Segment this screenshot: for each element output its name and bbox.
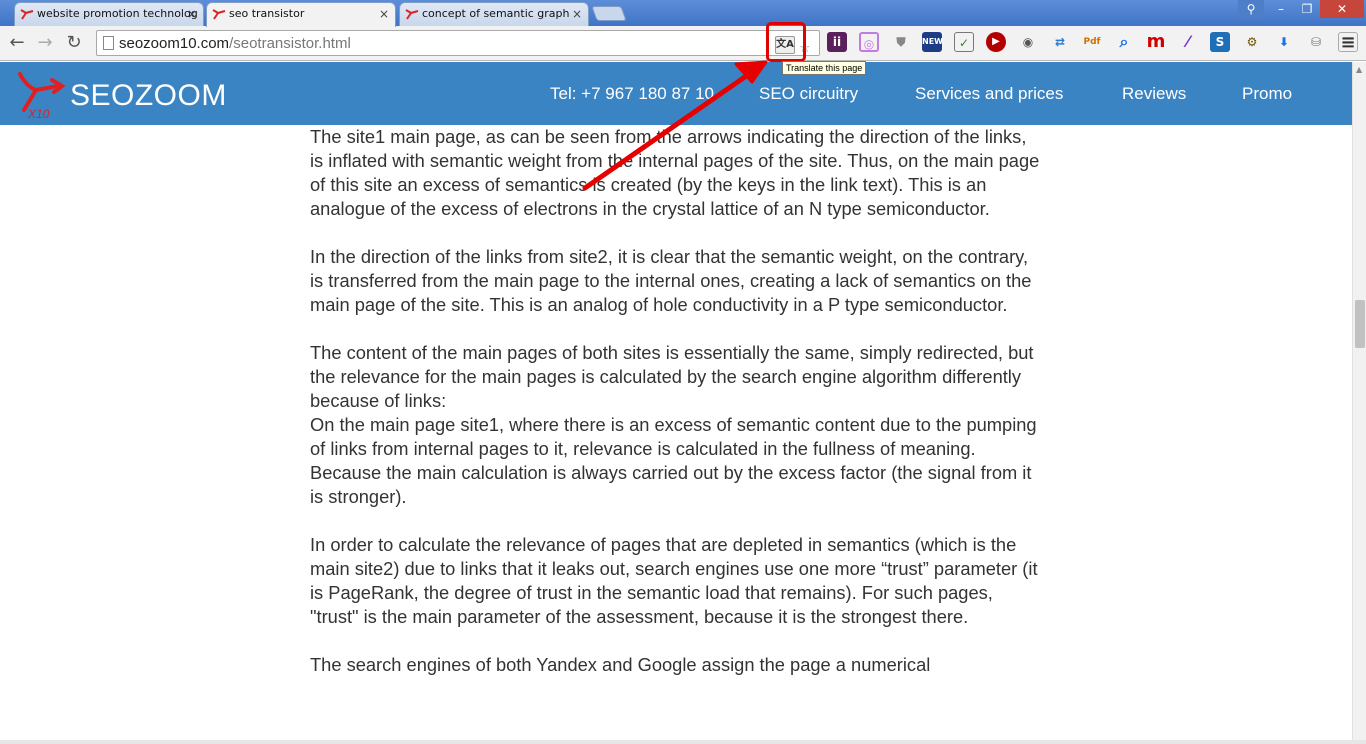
tab-title: concept of semantic graph: [422, 7, 570, 20]
minimize-button[interactable]: –: [1268, 0, 1294, 18]
seozoom-favicon-icon: [20, 9, 34, 20]
browser-toolbar: ← → ↻ seozoom10.com/seotransistor.html 文…: [0, 26, 1366, 61]
scroll-up-icon[interactable]: ▲: [1356, 65, 1362, 74]
nav-phone[interactable]: Tel: +7 967 180 87 10: [550, 84, 714, 104]
translate-highlight-box: [766, 22, 806, 62]
article-paragraph: In the direction of the links from site2…: [310, 246, 1032, 315]
back-button[interactable]: ←: [6, 32, 28, 54]
translate-tooltip: Translate this page: [782, 61, 867, 75]
search-icon[interactable]: ⌕: [1114, 32, 1134, 52]
article-paragraph: In order to calculate the relevance of p…: [310, 534, 1038, 627]
user-icon[interactable]: ⚲: [1238, 0, 1264, 18]
seozoom-favicon-icon: [212, 9, 226, 20]
extension-purple-icon[interactable]: ii: [827, 32, 847, 52]
tab-website-promotion[interactable]: website promotion technolog ×: [14, 2, 204, 26]
new-badge-icon[interactable]: NEW: [922, 32, 943, 52]
logo-badge: X10: [27, 107, 50, 120]
url-path: /seotransistor.html: [229, 35, 351, 52]
restore-button[interactable]: ❐: [1294, 0, 1320, 18]
article-paragraph: The content of the main pages of both si…: [310, 342, 1034, 411]
tab-title: website promotion technolog: [37, 7, 198, 20]
tab-close-icon[interactable]: ×: [379, 3, 389, 25]
tab-close-icon[interactable]: ×: [572, 3, 582, 25]
tab-close-icon[interactable]: ×: [187, 3, 197, 25]
page-scrollbar[interactable]: ▲: [1352, 62, 1366, 744]
seozoom-logo-icon[interactable]: X10: [14, 68, 68, 120]
seo-tool-icon[interactable]: ⚙: [1242, 32, 1262, 52]
tab-semantic-graph[interactable]: concept of semantic graph ×: [399, 2, 589, 26]
nav-services-prices[interactable]: Services and prices: [915, 84, 1063, 104]
article-paragraph: The search engines of both Yandex and Go…: [310, 654, 931, 675]
reload-button[interactable]: ↻: [63, 32, 85, 54]
tab-strip: website promotion technolog × seo transi…: [0, 0, 1366, 27]
site-header: X10 SEOZOOM Tel: +7 967 180 87 10 SEO ci…: [0, 62, 1352, 125]
nav-seo-circuitry[interactable]: SEO circuitry: [759, 84, 858, 104]
article-paragraph: On the main page site1, where there is a…: [310, 414, 1037, 507]
url-text[interactable]: seozoom10.com/seotransistor.html: [119, 35, 351, 52]
s-icon[interactable]: S: [1210, 32, 1230, 52]
monitor-check-icon[interactable]: ✓: [954, 32, 974, 52]
tab-title: seo transistor: [229, 7, 305, 20]
shield-icon[interactable]: ⛊: [891, 32, 911, 52]
tab-seo-transistor[interactable]: seo transistor ×: [206, 2, 396, 27]
seozoom-favicon-icon: [405, 9, 419, 20]
feather-icon[interactable]: ⁄: [1178, 32, 1198, 52]
m-icon[interactable]: m: [1146, 32, 1166, 52]
forward-button[interactable]: →: [34, 32, 56, 54]
url-host: seozoom10.com: [119, 35, 230, 52]
site-logo-text[interactable]: SEOZOOM: [70, 79, 227, 113]
new-tab-button[interactable]: [591, 6, 627, 21]
article-paragraph: The site1 main page, as can be seen from…: [310, 126, 1040, 219]
share-icon[interactable]: ⇄: [1050, 32, 1070, 52]
play-icon[interactable]: ▶: [986, 32, 1006, 52]
database-icon[interactable]: ⛁: [1306, 32, 1326, 52]
nav-reviews[interactable]: Reviews: [1122, 84, 1186, 104]
nav-promo[interactable]: Promo: [1242, 84, 1292, 104]
page-icon: [103, 36, 114, 50]
address-bar[interactable]: seozoom10.com/seotransistor.html 文A ☆: [96, 30, 820, 56]
pdf-icon[interactable]: Pdf: [1082, 32, 1102, 52]
article-content: The site1 main page, as can be seen from…: [310, 125, 1040, 744]
instagram-icon[interactable]: ◎: [859, 32, 879, 52]
menu-icon[interactable]: ≡: [1338, 32, 1358, 53]
camera-icon[interactable]: ◉: [1018, 32, 1038, 52]
scrollbar-thumb[interactable]: [1355, 300, 1365, 348]
status-strip: [0, 740, 1366, 744]
download-icon[interactable]: ⬇: [1274, 32, 1294, 52]
close-window-button[interactable]: ✕: [1320, 0, 1364, 18]
